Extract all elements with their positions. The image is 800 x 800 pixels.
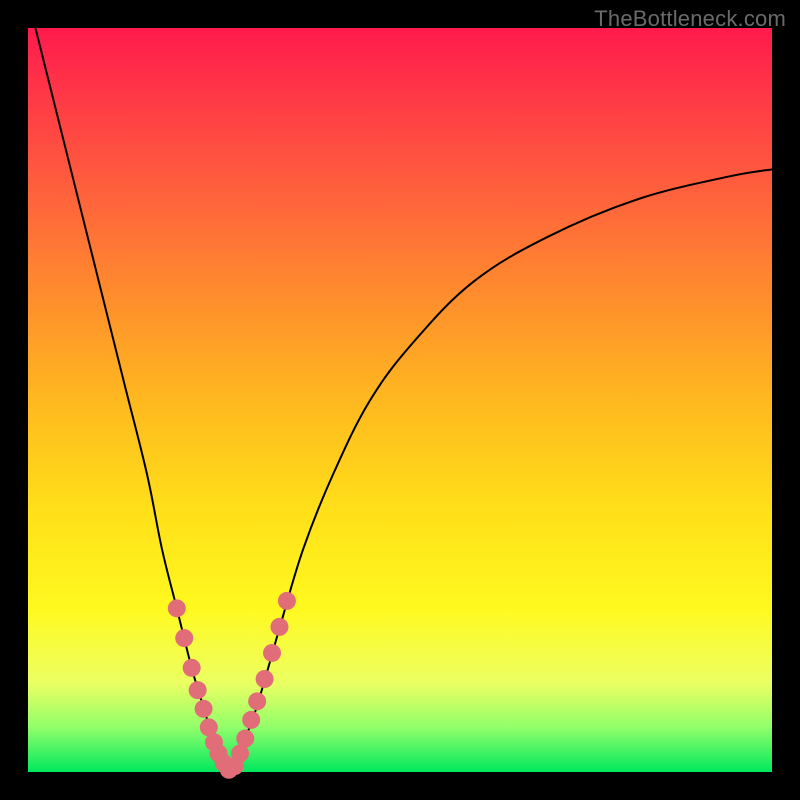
data-marker [195, 700, 213, 718]
data-marker [270, 618, 288, 636]
data-marker [168, 599, 186, 617]
marker-group [168, 592, 296, 779]
curve-group [35, 28, 772, 772]
data-marker [236, 730, 254, 748]
data-marker [263, 644, 281, 662]
plot-area [28, 28, 772, 772]
chart-svg [28, 28, 772, 772]
data-marker [183, 659, 201, 677]
curve-left-branch [35, 28, 228, 772]
data-marker [248, 692, 266, 710]
data-marker [278, 592, 296, 610]
data-marker [256, 670, 274, 688]
data-marker [175, 629, 193, 647]
data-marker [189, 681, 207, 699]
data-marker [242, 711, 260, 729]
watermark-text: TheBottleneck.com [594, 6, 786, 32]
curve-right-branch [229, 169, 772, 772]
